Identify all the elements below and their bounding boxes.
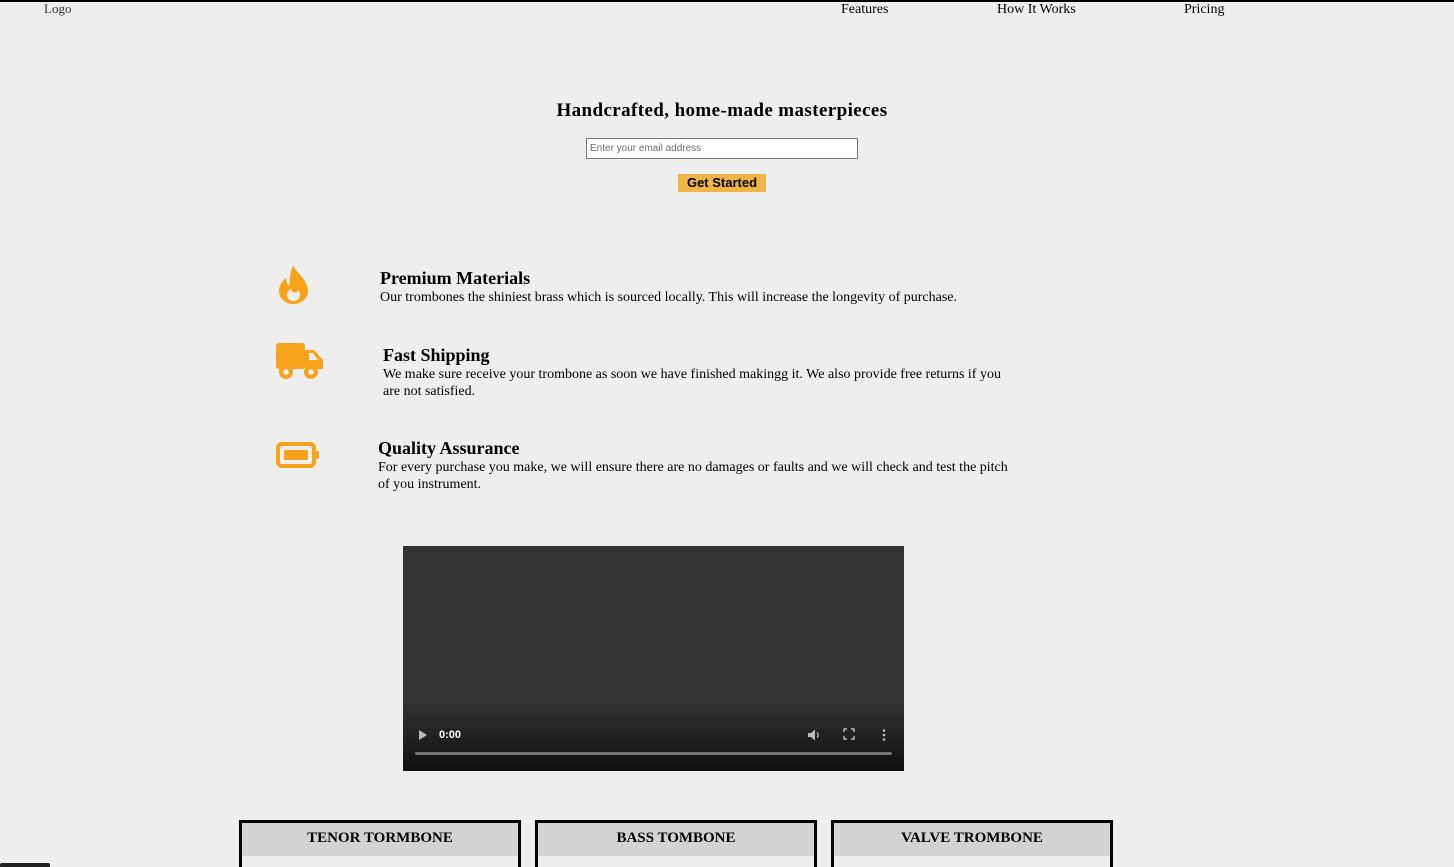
top-border: [0, 0, 1454, 2]
get-started-button[interactable]: Get Started: [678, 174, 766, 192]
truck-icon: [276, 343, 323, 379]
pricing-card-title: TENOR TORMBONE: [242, 823, 518, 856]
pricing-card-bass: BASS TOMBONE: [535, 820, 817, 867]
video-progress-bar[interactable]: [415, 752, 892, 755]
fullscreen-icon[interactable]: [843, 728, 855, 740]
fire-icon: [279, 265, 308, 304]
volume-icon[interactable]: [807, 728, 821, 742]
video-player[interactable]: 0:00: [403, 546, 904, 771]
nav-link-pricing[interactable]: Pricing: [1184, 2, 1224, 18]
feature-text: Our trombones the shiniest brass which i…: [380, 290, 957, 305]
battery-icon: [276, 442, 319, 468]
feature-text: For every purchase you make, we will ens…: [378, 460, 1008, 492]
nav-link-features[interactable]: Features: [841, 2, 888, 18]
bottom-left-tab: [0, 863, 50, 867]
email-input[interactable]: [586, 138, 858, 159]
more-options-icon[interactable]: [881, 728, 887, 742]
nav-link-how-it-works[interactable]: How It Works: [997, 2, 1076, 18]
hero-title: Handcrafted, home-made masterpieces: [556, 100, 888, 121]
logo[interactable]: Logo: [44, 2, 71, 16]
feature-title: Premium Materials: [380, 268, 531, 288]
pricing-card-valve: VALVE TROMBONE: [831, 820, 1113, 867]
page: Logo Features How It Works Pricing Handc…: [0, 0, 1454, 867]
video-controls-background: [403, 701, 904, 771]
play-icon[interactable]: [418, 729, 428, 741]
feature-title: Quality Assurance: [378, 438, 520, 458]
pricing-card-tenor: TENOR TORMBONE: [239, 820, 521, 867]
feature-title: Fast Shipping: [383, 345, 490, 365]
feature-text: We make sure receive your trombone as so…: [383, 367, 1001, 399]
pricing-card-title: BASS TOMBONE: [538, 823, 814, 856]
video-time: 0:00: [439, 729, 462, 741]
pricing-card-title: VALVE TROMBONE: [834, 823, 1110, 856]
